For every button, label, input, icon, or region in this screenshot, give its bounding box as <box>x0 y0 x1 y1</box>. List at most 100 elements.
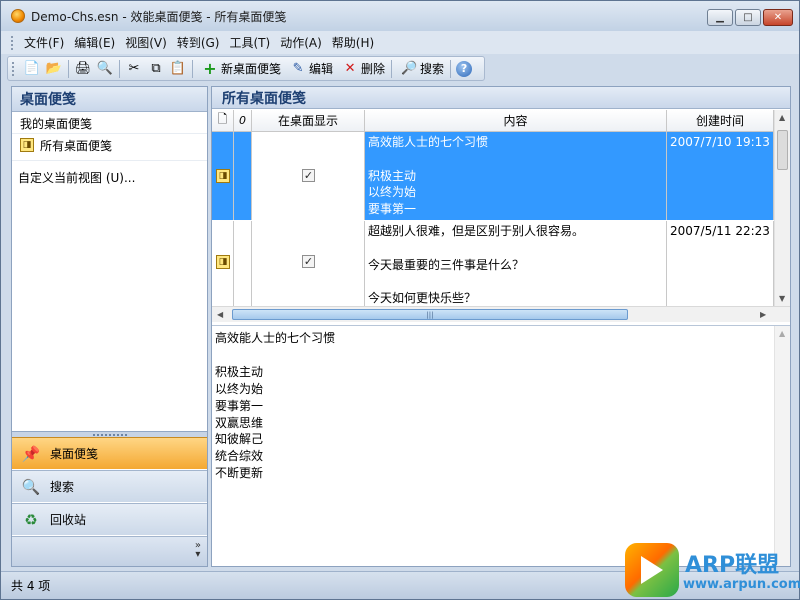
edit-button[interactable]: ✎ 编辑 <box>284 60 336 78</box>
navigation-pane: 桌面便笺 我的桌面便笺 ◨ 所有桌面便笺 自定义当前视图 (U)... 📌 桌面… <box>11 86 208 567</box>
window-title: Demo-Chs.esn - 效能桌面便笺 - 所有桌面便笺 <box>31 9 287 24</box>
preview-vertical-scrollbar[interactable]: ▲ <box>774 326 790 566</box>
row-show-desktop-cell: ✓ <box>252 132 365 220</box>
minimize-button[interactable]: ▁ <box>707 9 733 26</box>
nav-button-search[interactable]: 🔍 搜索 <box>12 470 207 502</box>
new-document-icon[interactable]: 📄 <box>23 60 41 78</box>
recycle-bin-icon: ♻ <box>24 510 38 529</box>
close-button[interactable]: ✕ <box>763 9 793 26</box>
search-icon: 🔍 <box>21 477 41 496</box>
watermark-url: www.arpun.com <box>683 577 800 592</box>
attachment-icon: 0 <box>239 114 246 127</box>
column-header-show-desktop[interactable]: 在桌面显示 <box>252 110 365 132</box>
item-count: 共 4 项 <box>11 579 51 593</box>
note-icon: ◨ <box>216 255 230 269</box>
customize-view-link[interactable]: 自定义当前视图 (U)... <box>12 160 207 194</box>
folder-all-notes[interactable]: ◨ 所有桌面便笺 <box>12 134 207 156</box>
play-icon <box>641 556 663 584</box>
menu-grip[interactable] <box>11 35 14 50</box>
toolbar-separator <box>391 59 393 78</box>
note-preview-pane[interactable]: 高效能人士的七个习惯 积极主动 以终为始 要事第一 双赢思维 知彼解己 统合综效… <box>212 325 790 566</box>
toolbar-separator <box>450 59 452 78</box>
nav-footer: » ▾ <box>12 536 207 566</box>
folder-all-notes-label: 所有桌面便笺 <box>40 138 113 153</box>
menu-view[interactable]: 视图(V) <box>121 34 171 51</box>
toolbar-separator <box>192 59 193 78</box>
nav-button-notes[interactable]: 📌 桌面便笺 <box>12 437 207 469</box>
scroll-down-arrow-icon[interactable]: ▼ <box>779 294 785 303</box>
toolbar-separator <box>68 59 69 78</box>
paste-icon[interactable]: 📋 <box>169 60 187 78</box>
note-folder-icon: ◨ <box>20 138 34 152</box>
maximize-button[interactable]: □ <box>735 9 761 26</box>
menu-edit[interactable]: 编辑(E) <box>70 34 119 51</box>
configure-buttons-icon[interactable]: » ▾ <box>195 541 201 560</box>
table-horizontal-scrollbar[interactable]: ◀ ||| ▶ <box>212 306 790 322</box>
nav-button-search-label: 搜索 <box>50 480 75 494</box>
scroll-left-arrow-icon[interactable]: ◀ <box>217 310 223 319</box>
note-preview-text: 高效能人士的七个习惯 积极主动 以终为始 要事第一 双赢思维 知彼解己 统合综效… <box>215 331 336 481</box>
scroll-up-arrow-icon[interactable]: ▲ <box>779 113 785 122</box>
scroll-up-arrow-icon[interactable]: ▲ <box>779 329 785 338</box>
plus-icon: + <box>203 58 217 78</box>
scrollbar-thumb[interactable]: ||| <box>232 309 628 320</box>
row-attachment-cell <box>234 132 252 220</box>
menu-bar: 文件(F) 编辑(E) 视图(V) 转到(G) 工具(T) 动作(A) 帮助(H… <box>1 31 799 54</box>
menu-file[interactable]: 文件(F) <box>20 34 68 51</box>
notes-icon: 📌 <box>21 444 41 463</box>
print-icon[interactable]: 🖨 <box>74 60 92 78</box>
toolbar-separator <box>119 59 120 78</box>
open-folder-icon[interactable]: 📂 <box>45 60 63 78</box>
search-icon: 🔎 <box>400 61 418 76</box>
row-attachment-cell <box>234 221 252 306</box>
column-header-attachment[interactable]: 0 <box>234 110 252 132</box>
toolbar: 📄 📂 🖨 🔍 ✂ ⧉ 📋 + 新桌面便笺 ✎ 编辑 ✕ 删除 🔎 搜索 ? <box>7 56 485 81</box>
title-bar: Demo-Chs.esn - 效能桌面便笺 - 所有桌面便笺 ▁ □ ✕ <box>1 1 799 31</box>
table-vertical-scrollbar[interactable]: ▲ ▼ <box>774 110 790 306</box>
menu-actions[interactable]: 动作(A) <box>276 34 326 51</box>
new-note-button[interactable]: + 新桌面便笺 <box>196 60 284 78</box>
splitter-grip <box>92 433 127 436</box>
help-icon[interactable]: ? <box>456 60 473 77</box>
content-pane: 所有桌面便笺 🗋 0 在桌面显示 内容 创建时间 ◨ ✓ 高效能人士的七个习惯 … <box>211 86 791 567</box>
table-row[interactable]: ◨ ✓ 高效能人士的七个习惯 积极主动 以终为始 要事第一 2007/7/10 … <box>212 132 774 220</box>
window-controls: ▁ □ ✕ <box>707 9 793 26</box>
delete-label: 删除 <box>361 62 386 76</box>
navigation-pane-title: 桌面便笺 <box>12 87 207 112</box>
search-label: 搜索 <box>420 62 445 76</box>
edit-label: 编辑 <box>309 62 334 76</box>
delete-button[interactable]: ✕ 删除 <box>336 60 388 78</box>
table-row[interactable]: ◨ ✓ 超越别人很难，但是区别于别人很容易。 今天最重要的三件事是什么？ 今天如… <box>212 221 774 306</box>
row-created-cell: 2007/5/11 22:23 <box>667 221 774 306</box>
column-header-content[interactable]: 内容 <box>365 110 667 132</box>
scroll-right-arrow-icon[interactable]: ▶ <box>760 310 766 319</box>
pencil-icon: ✎ <box>292 61 304 76</box>
nav-button-recycle-label: 回收站 <box>50 513 87 527</box>
row-content-cell: 高效能人士的七个习惯 积极主动 以终为始 要事第一 <box>365 132 667 220</box>
notes-table: 🗋 0 在桌面显示 内容 创建时间 ◨ ✓ 高效能人士的七个习惯 积极主动 以终… <box>212 110 790 322</box>
app-icon <box>11 9 25 23</box>
nav-button-notes-label: 桌面便笺 <box>50 447 99 461</box>
nav-button-recycle-bin[interactable]: ♻ 回收站 <box>12 503 207 535</box>
search-button[interactable]: 🔎 搜索 <box>395 60 447 78</box>
scrollbar-thumb[interactable] <box>777 130 788 170</box>
my-notes-section: 我的桌面便笺 <box>12 112 207 134</box>
cut-icon[interactable]: ✂ <box>125 60 143 78</box>
print-preview-icon[interactable]: 🔍 <box>96 60 114 78</box>
row-show-desktop-cell: ✓ <box>252 221 365 306</box>
column-header-icon[interactable]: 🗋 <box>212 110 234 132</box>
app-window: Demo-Chs.esn - 效能桌面便笺 - 所有桌面便笺 ▁ □ ✕ 文件(… <box>0 0 800 600</box>
watermark: ARP联盟 www.arpun.com <box>619 541 800 600</box>
watermark-title: ARP联盟 <box>685 553 780 578</box>
menu-goto[interactable]: 转到(G) <box>173 34 224 51</box>
note-icon: ◨ <box>216 169 230 183</box>
copy-icon[interactable]: ⧉ <box>147 60 165 78</box>
row-icon-cell: ◨ <box>212 132 234 220</box>
delete-icon: ✕ <box>344 61 356 76</box>
toolbar-grip[interactable] <box>12 61 15 76</box>
show-on-desktop-checkbox[interactable]: ✓ <box>302 255 315 268</box>
show-on-desktop-checkbox[interactable]: ✓ <box>302 169 315 182</box>
column-header-created[interactable]: 创建时间 <box>667 110 774 132</box>
menu-help[interactable]: 帮助(H) <box>328 34 378 51</box>
menu-tools[interactable]: 工具(T) <box>225 34 274 51</box>
